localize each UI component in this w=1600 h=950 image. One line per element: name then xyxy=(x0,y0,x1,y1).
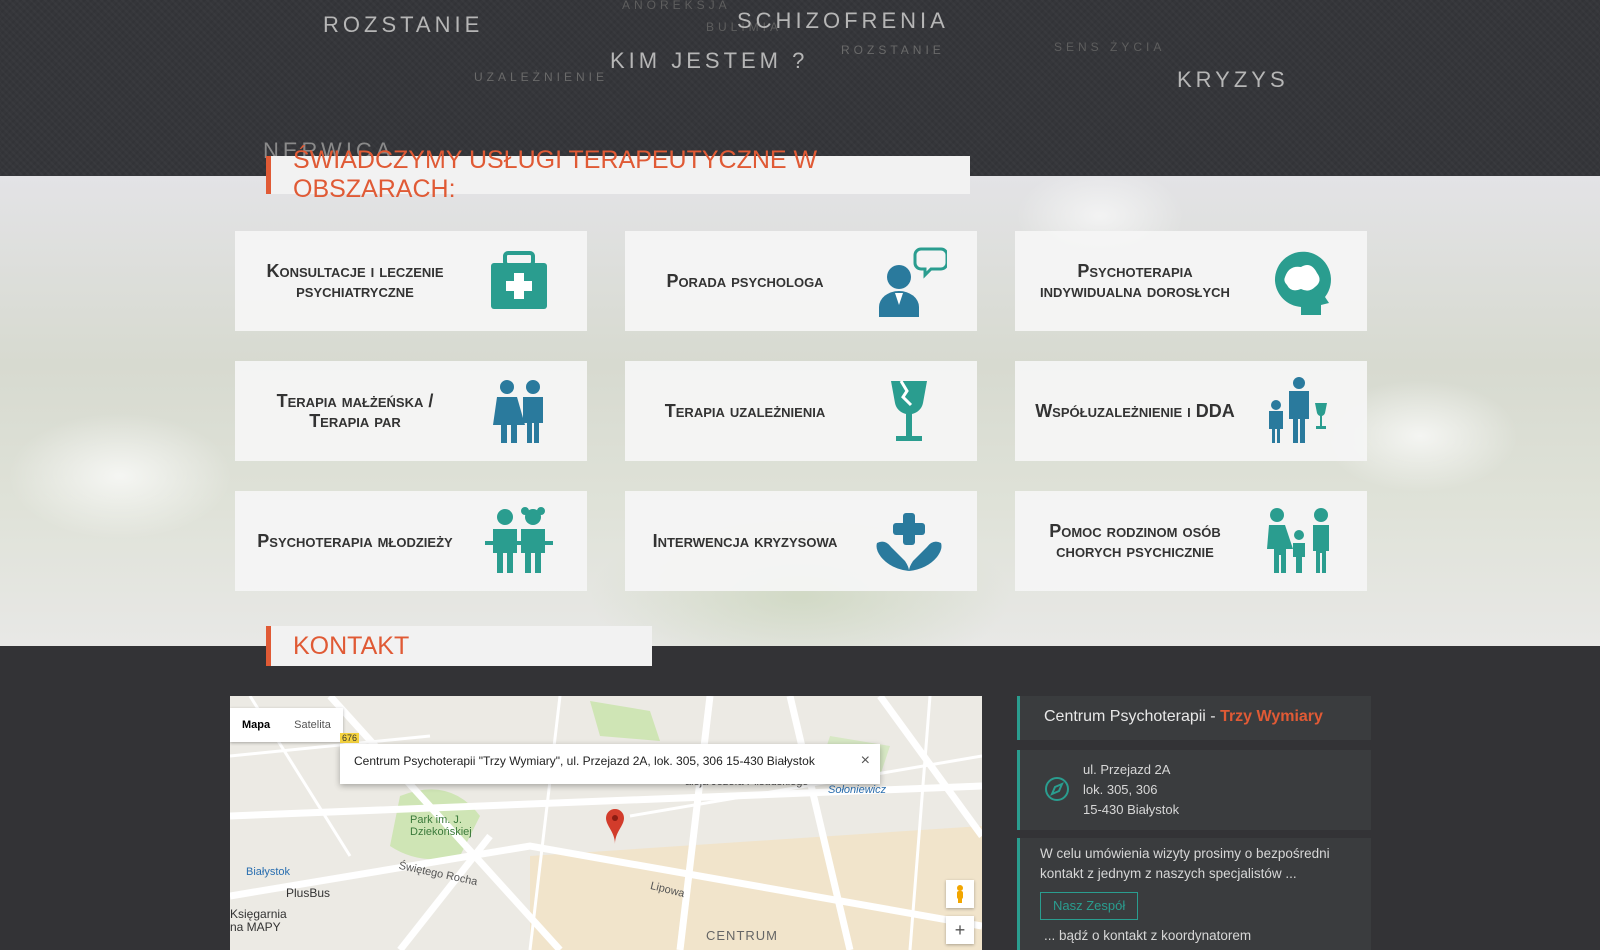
service-card[interactable]: Pomoc rodzinom osób chorych psychicznie xyxy=(1015,491,1367,591)
close-icon[interactable]: × xyxy=(861,752,870,770)
coordinator-text: ... bądź o kontakt z koordynatorem xyxy=(1044,928,1252,943)
family-alcohol-icon xyxy=(1261,375,1337,447)
map-type-tabs: Mapa Satelita xyxy=(230,708,343,742)
service-label: Współuzależnienie i DDA xyxy=(1035,401,1235,421)
service-label: Terapia uzależnienia xyxy=(664,401,826,421)
address-line: 15-430 Białystok xyxy=(1083,802,1180,817)
org-name-prefix: Centrum Psychoterapii - xyxy=(1044,708,1221,725)
map-label-solonowicz: Sołoniewicz xyxy=(828,784,887,796)
org-name-accent: Trzy Wymiary xyxy=(1220,708,1323,725)
teenagers-icon xyxy=(481,505,557,577)
map-label-park: Park im. J. Dziekońskiej xyxy=(410,814,472,838)
psychologist-chat-icon xyxy=(871,245,949,317)
service-card[interactable]: Psychoterapia młodzieży xyxy=(235,491,587,591)
compass-icon xyxy=(1045,777,1069,801)
service-label: Porada psychologa xyxy=(666,271,824,291)
service-card[interactable]: Konsultacje i leczenie psychiatryczne xyxy=(235,231,587,331)
service-card[interactable]: Psychoterapia indywidualna dorosłych xyxy=(1015,231,1367,331)
contact-info-box: W celu umówienia wizyty prosimy o bezpoś… xyxy=(1017,838,1371,950)
service-card[interactable]: Współuzależnienie i DDA xyxy=(1015,361,1367,461)
map-label-road: 676 xyxy=(340,733,360,743)
map-tab-map[interactable]: Mapa xyxy=(230,708,282,742)
team-button[interactable]: Nasz Zespół xyxy=(1040,892,1139,920)
service-label: Psychoterapia indywidualna dorosłych xyxy=(1040,261,1230,301)
service-label: Terapia małżeńska / Terapia par xyxy=(276,391,434,431)
service-label: Konsultacje i leczenie psychiatryczne xyxy=(266,261,444,301)
broken-glass-icon xyxy=(871,375,947,447)
header-word: SENS ŻYCIA xyxy=(1054,40,1166,54)
service-card[interactable]: Porada psychologa xyxy=(625,231,977,331)
google-map[interactable]: Mapa Satelita 676 Park im. J. Dziekoński… xyxy=(230,696,982,950)
service-label: Pomoc rodzinom osób chorych psychicznie xyxy=(1049,521,1221,561)
map-label-plusbus: PlusBus xyxy=(286,886,331,900)
header-word: SCHIZOFRENIA xyxy=(737,8,949,33)
service-label: Interwencja kryzysowa xyxy=(652,531,838,551)
medical-kit-icon xyxy=(481,245,557,317)
map-label-station: Białystok xyxy=(246,866,291,878)
map-tab-satellite[interactable]: Satelita xyxy=(282,708,343,742)
header-word: ROZSTANIE xyxy=(323,12,484,37)
map-label-bookstore: Księgarnia na MAPY xyxy=(230,907,287,934)
services-title: Świadczymy usługi terapeutyczne w obszar… xyxy=(266,146,970,203)
address-line: ul. Przejazd 2A xyxy=(1083,762,1171,777)
service-card[interactable]: Interwencja kryzysowa xyxy=(625,491,977,591)
map-info-text: Centrum Psychoterapii "Trzy Wymiary", ul… xyxy=(354,754,815,768)
header-word: KRYZYS xyxy=(1177,67,1289,92)
header-word: KIM JESTEM ? xyxy=(610,48,809,73)
header-word: ROZSTANIE xyxy=(841,43,945,57)
map-label-centrum: CENTRUM xyxy=(706,928,778,943)
service-card[interactable]: Terapia uzależnienia xyxy=(625,361,977,461)
service-card[interactable]: Terapia małżeńska / Terapia par xyxy=(235,361,587,461)
contact-address-box: ul. Przejazd 2A lok. 305, 306 15-430 Bia… xyxy=(1017,750,1371,830)
services-title-text: Świadczymy usługi terapeutyczne w obszar… xyxy=(293,146,818,203)
header-word: UZALEŻNIENIE xyxy=(474,70,609,84)
contact-org-name: Centrum Psychoterapii - Trzy Wymiary xyxy=(1017,696,1371,740)
contact-title: Kontakt xyxy=(266,626,652,666)
couple-icon xyxy=(481,375,557,447)
zoom-in-button[interactable]: + xyxy=(946,916,974,944)
hands-cross-icon xyxy=(871,505,947,577)
header-word: ANOREKSJA xyxy=(622,0,731,12)
brain-head-icon xyxy=(1261,245,1337,317)
family-icon xyxy=(1261,505,1337,577)
pegman-icon[interactable] xyxy=(946,880,974,908)
appointment-info-text: W celu umówienia wizyty prosimy o bezpoś… xyxy=(1040,846,1330,881)
address-line: lok. 305, 306 xyxy=(1083,782,1158,797)
contact-title-text: Kontakt xyxy=(293,631,410,660)
service-label: Psychoterapia młodzieży xyxy=(257,531,453,551)
map-info-window: Centrum Psychoterapii "Trzy Wymiary", ul… xyxy=(340,744,880,784)
